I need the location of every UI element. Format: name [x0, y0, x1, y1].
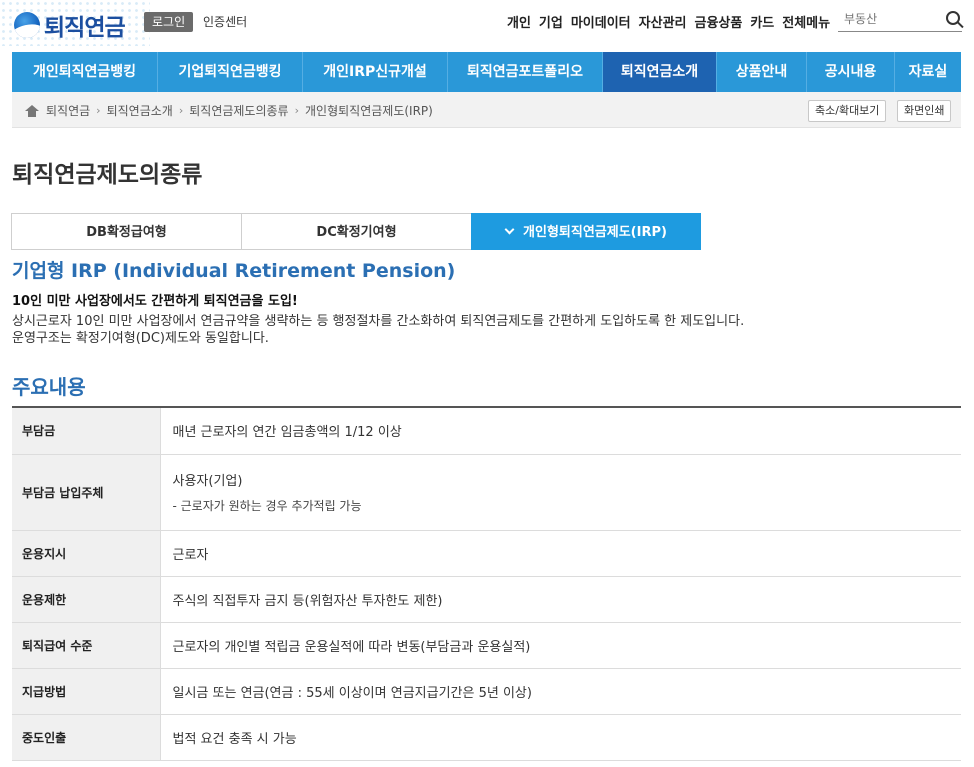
- row-value-cell: 매년 근로자의 연간 임금총액의 1/12 이상: [159, 407, 961, 455]
- row-value: 근로자: [172, 547, 209, 563]
- tab-label: DC확정기여형: [316, 225, 397, 240]
- site-logo[interactable]: 퇴직연금: [14, 8, 126, 42]
- row-value: 근로자의 개인별 적립금 운용실적에 따라 변동(부담금과 운용실적): [172, 639, 531, 655]
- breadcrumb-item[interactable]: 퇴직연금소개: [107, 102, 173, 119]
- util-nav-card[interactable]: 카드: [746, 12, 778, 31]
- search-input[interactable]: [838, 8, 938, 30]
- utility-nav: 개인 기업 마이데이터 자산관리 금융상품 카드 전체메뉴: [503, 12, 834, 31]
- gnb-item[interactable]: 기업퇴직연금뱅킹: [158, 52, 303, 92]
- tab-dc[interactable]: DC확정기여형: [241, 213, 471, 250]
- page-title: 퇴직연금제도의종류: [12, 162, 203, 188]
- lead-text: 10인 미만 사업장에서도 간편하게 퇴직연금을 도입!: [12, 294, 298, 309]
- table-row: 부담금 납입주체 사용자(기업) - 근로자가 원하는 경우 추가적립 가능: [12, 454, 961, 531]
- row-label: 운용지시: [12, 530, 160, 577]
- key-content-title: 주요내용: [12, 375, 86, 399]
- util-nav-all-menu[interactable]: 전체메뉴: [778, 12, 834, 31]
- row-note: - 근로자가 원하는 경우 추가적립 가능: [172, 499, 362, 513]
- description: 상시근로자 10인 미만 사업장에서 연금규약을 생략하는 등 행정절차를 간소…: [12, 313, 744, 347]
- gnb-item[interactable]: 개인IRP신규개설: [303, 52, 448, 92]
- tab-label: 개인형퇴직연금제도(IRP): [523, 225, 667, 240]
- chevron-down-icon: [504, 224, 515, 235]
- row-label: 운용제한: [12, 576, 160, 623]
- row-value: 사용자(기업): [172, 474, 243, 489]
- chevron-right-icon: ›: [294, 104, 300, 117]
- table-row: 운용제한 주식의 직접투자 금지 등(위험자산 투자한도 제한): [12, 576, 961, 623]
- table-row: 운용지시 근로자: [12, 530, 961, 577]
- gnb-item[interactable]: 개인퇴직연금뱅킹: [12, 52, 158, 92]
- search-icon[interactable]: [946, 11, 960, 25]
- gnb-item[interactable]: 퇴직연금소개: [603, 52, 717, 92]
- row-label: 퇴직급여 수준: [12, 622, 160, 669]
- print-button[interactable]: 화면인쇄: [897, 100, 952, 122]
- row-value: 매년 근로자의 연간 임금총액의 1/12 이상: [172, 425, 402, 441]
- login-button[interactable]: 로그인: [144, 12, 194, 32]
- gnb-item[interactable]: 공시내용: [807, 52, 895, 92]
- logo-mark-icon: [14, 12, 40, 38]
- tab-irp[interactable]: 개인형퇴직연금제도(IRP): [471, 213, 701, 250]
- breadcrumb-item[interactable]: 퇴직연금제도의종류: [189, 102, 288, 119]
- breadcrumb: 퇴직연금 › 퇴직연금소개 › 퇴직연금제도의종류 › 개인형퇴직연금제도(IR…: [25, 102, 433, 119]
- logo-text: 퇴직연금: [44, 15, 126, 41]
- table-row: 부담금 매년 근로자의 연간 임금총액의 1/12 이상: [12, 407, 961, 455]
- breadcrumb-item[interactable]: 퇴직연금: [46, 102, 90, 119]
- tab-db[interactable]: DB확정급여형: [11, 213, 241, 250]
- main-nav: 개인퇴직연금뱅킹 기업퇴직연금뱅킹 개인IRP신규개설 퇴직연금포트폴리오 퇴직연금소개…: [12, 52, 961, 92]
- chevron-right-icon: ›: [178, 104, 184, 117]
- plan-type-tabs: DB확정급여형 DC확정기여형 개인형퇴직연금제도(IRP): [11, 213, 701, 250]
- gnb-item[interactable]: 상품안내: [717, 52, 807, 92]
- search-box: [838, 8, 962, 32]
- util-nav-products[interactable]: 금융상품: [691, 12, 747, 31]
- description-line: 상시근로자 10인 미만 사업장에서 연금규약을 생략하는 등 행정절차를 간소…: [12, 314, 745, 329]
- home-icon[interactable]: [25, 104, 39, 117]
- util-nav-asset[interactable]: 자산관리: [635, 12, 691, 31]
- row-label: 부담금 납입주체: [12, 454, 160, 531]
- util-nav-personal[interactable]: 개인: [503, 12, 535, 31]
- key-content-table: 부담금 매년 근로자의 연간 임금총액의 1/12 이상 부담금 납입주체 사용자(기…: [12, 406, 961, 761]
- row-value-cell: 근로자: [159, 530, 961, 577]
- table-row: 퇴직급여 수준 근로자의 개인별 적립금 운용실적에 따라 변동(부담금과 운용실…: [12, 622, 961, 669]
- table-row: 중도인출 법적 요건 충족 시 가능: [12, 714, 961, 761]
- row-label: 중도인출: [12, 714, 160, 761]
- row-value-cell: 근로자의 개인별 적립금 운용실적에 따라 변동(부담금과 운용실적): [159, 622, 961, 669]
- breadcrumb-bar: 퇴직연금 › 퇴직연금소개 › 퇴직연금제도의종류 › 개인형퇴직연금제도(IR…: [12, 92, 961, 128]
- row-value: 주식의 직접투자 금지 등(위험자산 투자한도 제한): [172, 593, 443, 609]
- gnb-item[interactable]: 퇴직연금포트폴리오: [448, 52, 603, 92]
- tab-label: DB확정급여형: [86, 225, 167, 240]
- row-value-cell: 사용자(기업) - 근로자가 원하는 경우 추가적립 가능: [159, 454, 961, 531]
- chevron-right-icon: ›: [96, 104, 101, 117]
- row-label: 부담금: [12, 407, 160, 455]
- description-line: 운영구조는 확정기여형(DC)제도와 동일합니다.: [12, 331, 269, 346]
- section-subtitle: 기업형 IRP (Individual Retirement Pension): [12, 260, 456, 282]
- row-value: 일시금 또는 연금(연금 : 55세 이상이며 연금지급기간은 5년 이상): [172, 685, 532, 701]
- row-value-cell: 주식의 직접투자 금지 등(위험자산 투자한도 제한): [159, 576, 961, 623]
- row-value-cell: 일시금 또는 연금(연금 : 55세 이상이며 연금지급기간은 5년 이상): [159, 668, 961, 715]
- breadcrumb-current: 개인형퇴직연금제도(IRP): [305, 104, 433, 118]
- util-nav-mydata[interactable]: 마이데이터: [567, 12, 635, 31]
- util-nav-business[interactable]: 기업: [535, 12, 567, 31]
- row-value-cell: 법적 요건 충족 시 가능: [159, 714, 961, 761]
- row-label: 지급방법: [12, 668, 160, 715]
- table-row: 지급방법 일시금 또는 연금(연금 : 55세 이상이며 연금지급기간은 5년 이…: [12, 668, 961, 715]
- row-value: 법적 요건 충족 시 가능: [172, 731, 297, 747]
- cert-center-link[interactable]: 인증센터: [203, 13, 247, 30]
- zoom-button[interactable]: 축소/확대보기: [808, 100, 887, 122]
- top-header: 퇴직연금 로그인 인증센터 개인 기업 마이데이터 자산관리 금융상품 카드 전…: [0, 0, 974, 46]
- gnb-item[interactable]: 자료실: [895, 52, 961, 92]
